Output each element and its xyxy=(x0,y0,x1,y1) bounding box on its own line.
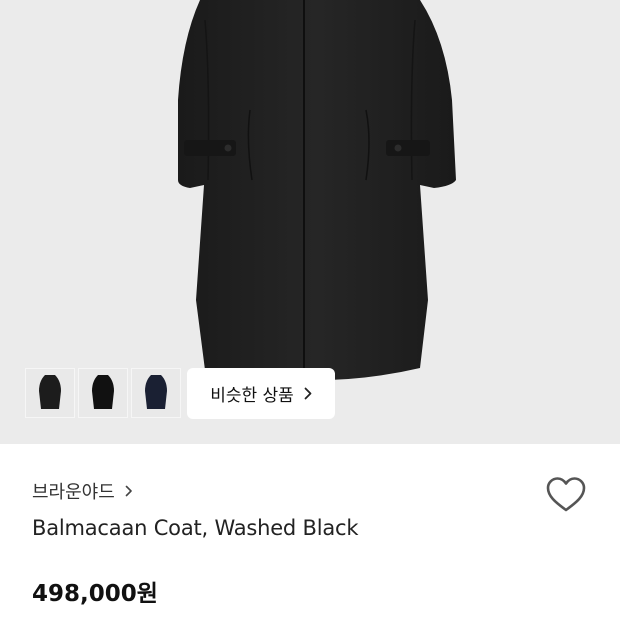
thumbnail-strip xyxy=(25,368,181,418)
coat-thumbnail-icon xyxy=(39,375,61,409)
similar-products-label: 비슷한 상품 xyxy=(210,386,294,406)
heart-outline-icon[interactable] xyxy=(545,475,587,515)
thumbnail-1[interactable] xyxy=(25,368,75,418)
chevron-right-icon xyxy=(304,387,312,400)
chevron-right-icon xyxy=(125,485,132,497)
brand-name: 브라운야드 xyxy=(32,482,115,503)
similar-products-button[interactable]: 비슷한 상품 xyxy=(187,368,335,419)
thumbnail-3[interactable] xyxy=(131,368,181,418)
product-title: Balmacaan Coat, Washed Black xyxy=(32,516,359,540)
brand-link[interactable]: 브라운야드 xyxy=(32,478,133,504)
product-price: 498,000원 xyxy=(32,581,158,607)
thumbnail-2[interactable] xyxy=(78,368,128,418)
product-image-area[interactable]: 비슷한 상품 xyxy=(0,0,620,444)
coat-thumbnail-icon xyxy=(92,375,114,409)
coat-thumbnail-icon xyxy=(145,375,167,409)
